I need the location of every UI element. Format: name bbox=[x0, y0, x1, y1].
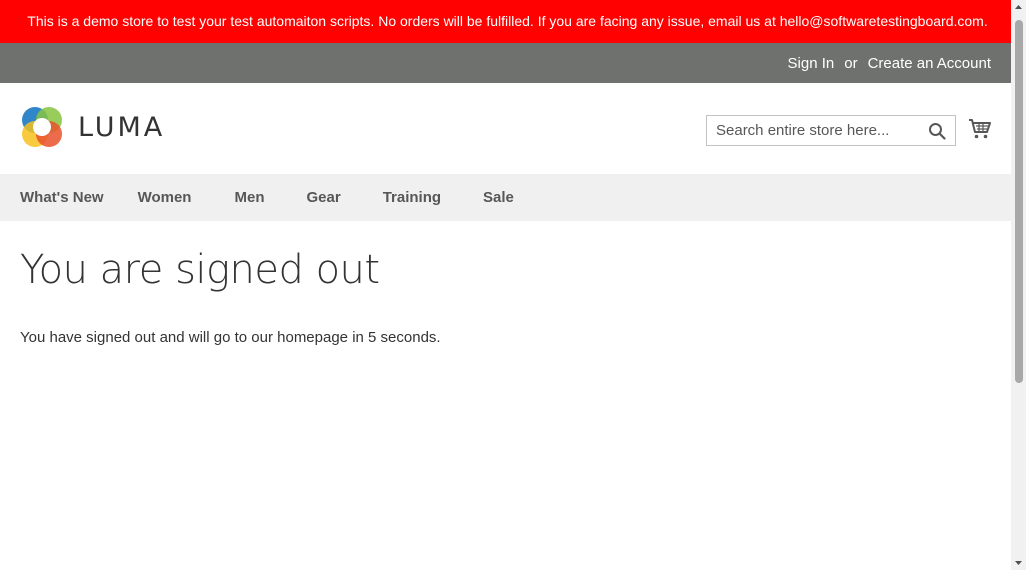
scrollbar-thumb[interactable] bbox=[1015, 20, 1023, 383]
cart-icon bbox=[969, 119, 991, 139]
header-panel: Sign In or Create an Account bbox=[0, 43, 1011, 83]
create-account-link[interactable]: Create an Account bbox=[868, 55, 991, 72]
vertical-scrollbar[interactable] bbox=[1011, 0, 1026, 570]
or-separator: or bbox=[844, 54, 858, 72]
page-title: You are signed out bbox=[20, 247, 380, 293]
nav-item-women[interactable]: Women bbox=[138, 189, 192, 206]
search-icon bbox=[929, 123, 946, 140]
luma-logo-icon bbox=[22, 107, 62, 147]
main-navigation: What's New Women Men Gear Training Sale bbox=[0, 174, 1011, 221]
nav-item-training[interactable]: Training bbox=[383, 189, 441, 206]
signout-message: You have signed out and will go to our h… bbox=[20, 329, 441, 346]
demo-notice-text: This is a demo store to test your test a… bbox=[27, 13, 988, 29]
nav-item-sale[interactable]: Sale bbox=[483, 189, 514, 206]
cart-button[interactable] bbox=[968, 117, 992, 141]
search-box bbox=[706, 115, 956, 146]
sign-in-link[interactable]: Sign In bbox=[788, 55, 835, 72]
nav-item-whats-new[interactable]: What's New bbox=[20, 189, 104, 206]
scroll-up-arrow-icon[interactable] bbox=[1011, 0, 1026, 15]
search-button[interactable] bbox=[928, 122, 946, 140]
header-content: LUMA bbox=[0, 83, 1011, 174]
logo-text: LUMA bbox=[78, 111, 166, 143]
logo[interactable]: LUMA bbox=[20, 105, 165, 149]
search-input[interactable] bbox=[707, 116, 917, 145]
demo-notice-banner: This is a demo store to test your test a… bbox=[0, 0, 1011, 43]
scroll-down-arrow-icon[interactable] bbox=[1011, 555, 1026, 570]
page: This is a demo store to test your test a… bbox=[0, 0, 1011, 570]
nav-item-gear[interactable]: Gear bbox=[306, 189, 340, 206]
main-content: You are signed out You have signed out a… bbox=[0, 247, 1011, 346]
nav-item-men[interactable]: Men bbox=[234, 189, 264, 206]
